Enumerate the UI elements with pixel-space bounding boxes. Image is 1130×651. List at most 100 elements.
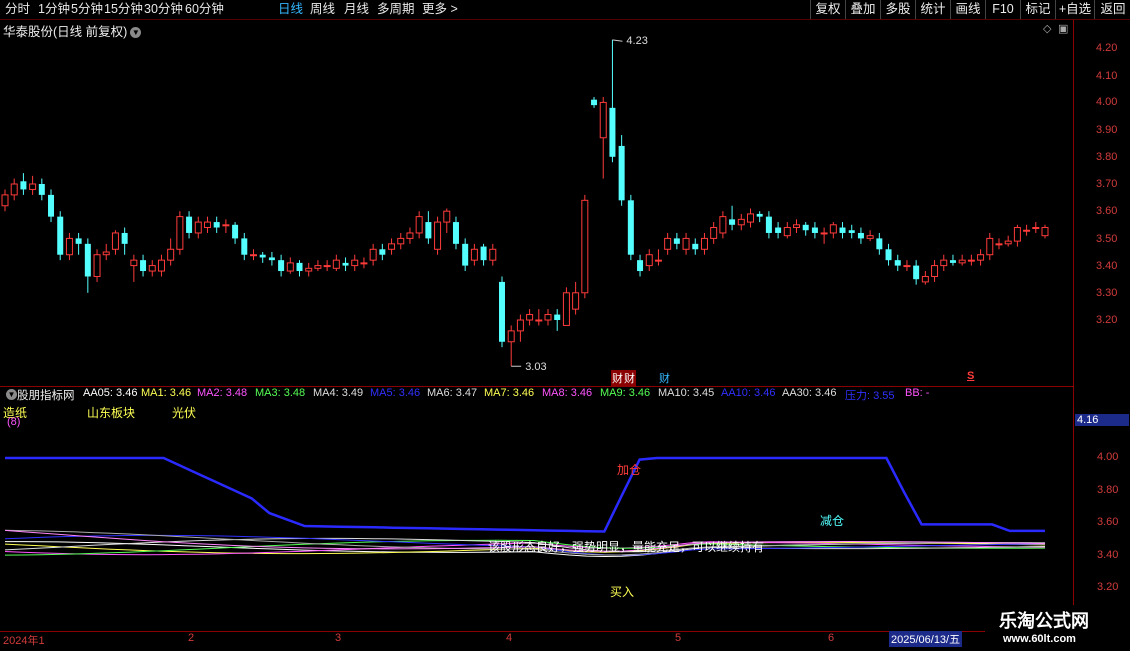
candle-body	[470, 248, 478, 261]
candle-body	[783, 227, 791, 237]
ma-value: AA10: 3.46	[721, 387, 776, 399]
candle-body	[802, 224, 809, 231]
candle-body	[581, 199, 589, 294]
candle-body	[480, 246, 487, 261]
high-price-label: 4.23	[626, 35, 647, 47]
low-price-label: 3.03	[525, 361, 546, 373]
region-tag: 山东板块	[87, 406, 136, 420]
ma-value: AA30: 3.46	[782, 387, 837, 399]
ma-value: MA9: 3.46	[600, 387, 651, 399]
watermark-title: 乐淘公式网	[999, 611, 1089, 631]
candle-body	[48, 194, 55, 217]
candle-body	[1013, 227, 1021, 242]
chevron-down-icon[interactable]: ▼	[6, 389, 17, 400]
price-tick: 4.00	[1096, 96, 1118, 108]
candle-body	[710, 227, 718, 239]
candle-body	[249, 254, 257, 257]
add-position-signal: 加仓	[617, 463, 642, 477]
candle-body	[462, 243, 469, 266]
candle-body	[729, 219, 736, 225]
current-value-badge: 4.16	[1075, 414, 1129, 426]
candle-body	[857, 232, 864, 239]
candle-body	[737, 218, 745, 226]
ma-value: AA05: 3.46	[83, 387, 138, 399]
sell-marker[interactable]: S	[967, 370, 974, 382]
back-button[interactable]: 返回	[1094, 0, 1130, 19]
date-tick: 6	[828, 632, 835, 644]
candle-body	[140, 260, 147, 272]
candle-body	[186, 216, 193, 233]
candle-body	[397, 237, 405, 245]
high-marker-line	[612, 39, 623, 42]
candle-body	[544, 314, 552, 321]
candle-body	[84, 243, 91, 277]
indicator-tick: 4.00	[1097, 451, 1119, 463]
reduce-position-signal: 减仓	[820, 514, 845, 528]
event-marker[interactable]: 财	[623, 370, 636, 386]
candle-body	[516, 319, 524, 332]
price-tick: 4.10	[1096, 70, 1118, 82]
candle-body	[93, 254, 101, 277]
candle-body	[535, 319, 543, 322]
price-tick: 3.80	[1096, 151, 1118, 163]
candle-body	[314, 265, 322, 269]
candle-body	[986, 237, 994, 256]
candle-body	[967, 259, 975, 262]
candle-body	[885, 249, 892, 261]
candle-body	[876, 238, 883, 250]
candle-body	[673, 238, 680, 244]
candle-body	[700, 237, 708, 250]
candle-body	[167, 248, 175, 261]
candle-body	[977, 254, 985, 261]
candle-body	[278, 260, 285, 272]
ma-value: MA1: 3.46	[141, 387, 192, 399]
candle-body	[498, 281, 505, 342]
candle-body	[921, 275, 929, 283]
candle-body	[682, 237, 690, 250]
candle-body	[572, 292, 580, 310]
candle-body	[995, 243, 1003, 246]
candle-body	[746, 213, 754, 223]
candle-body	[286, 262, 294, 272]
ma-value: 压力: 3.55	[845, 390, 895, 402]
candle-body	[562, 292, 570, 326]
indicator-name[interactable]: 股朋指标网	[17, 387, 75, 403]
price-tick: 3.50	[1096, 233, 1118, 245]
candle-body	[554, 314, 561, 320]
candle-body	[637, 260, 644, 272]
candle-body	[415, 216, 423, 234]
ma-value: MA6: 3.47	[427, 387, 478, 399]
candle-body	[10, 183, 18, 196]
candle-body	[958, 259, 966, 264]
candle-body	[38, 184, 45, 195]
candle-body	[102, 251, 110, 256]
candle-body	[157, 259, 165, 272]
candle-body	[213, 222, 220, 228]
candle-body	[526, 314, 534, 321]
candle-body	[949, 260, 956, 263]
candle-body	[75, 238, 82, 244]
candle-body	[719, 216, 727, 234]
concept-tag: 光伏	[172, 406, 197, 420]
candle-body	[194, 221, 202, 234]
candle-body	[609, 107, 616, 157]
candle-body	[241, 238, 248, 255]
ma-value: MA2: 3.48	[197, 387, 248, 399]
candle-body	[148, 265, 156, 272]
candle-body	[351, 259, 359, 267]
event-marker[interactable]: 财	[659, 370, 670, 386]
date-tick: 5	[675, 632, 682, 644]
candle-body	[203, 221, 211, 229]
ma-value: BB: -	[905, 387, 930, 399]
candle-body	[811, 227, 818, 233]
candle-body	[130, 259, 138, 267]
candle-body	[775, 227, 782, 233]
buy-signal: 买入	[610, 585, 635, 599]
candle-body	[627, 200, 634, 255]
date-tick: 3	[335, 632, 342, 644]
watermark-url: www.60lt.com	[1003, 633, 1076, 645]
ma-value: MA7: 3.46	[484, 387, 535, 399]
ma-value: MA8: 3.46	[542, 387, 593, 399]
price-tick: 4.20	[1096, 42, 1118, 54]
candle-body	[296, 262, 303, 272]
